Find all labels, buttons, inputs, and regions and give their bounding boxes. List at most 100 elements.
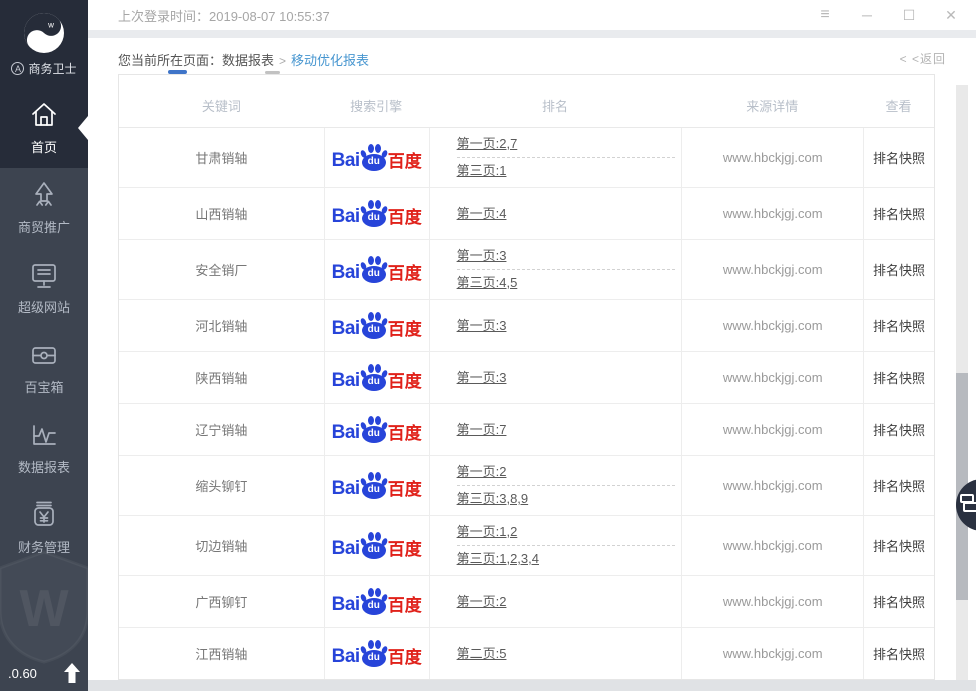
toolbox-icon bbox=[29, 340, 59, 370]
home-icon bbox=[29, 100, 59, 130]
baidu-paw-icon: du bbox=[361, 472, 387, 499]
breadcrumb-section[interactable]: 数据报表 bbox=[222, 53, 274, 68]
update-up-arrow-icon[interactable] bbox=[64, 663, 80, 683]
keyword-cell: 山西销轴 bbox=[119, 188, 324, 239]
rank-link[interactable]: 第一页:3 bbox=[457, 246, 507, 266]
rank-link[interactable]: 第一页:2 bbox=[457, 462, 507, 482]
engine-cell: Bai du 百度 bbox=[324, 128, 429, 187]
engine-cell: Bai du 百度 bbox=[324, 628, 429, 679]
rank-snapshot-link[interactable]: 排名快照 bbox=[863, 352, 934, 403]
svg-text:W: W bbox=[19, 580, 69, 638]
sidebar-item-home[interactable]: 首页 bbox=[0, 88, 88, 168]
source-url: www.hbckjgj.com bbox=[681, 576, 863, 627]
table-row: 安全销厂 Bai du 百度 第一页:3第三页:4,5 www.hbckjgj.… bbox=[119, 240, 934, 300]
sidebar-item-toolbox[interactable]: 百宝箱 bbox=[0, 328, 88, 408]
column-header-engine: 搜索引擎 bbox=[324, 75, 429, 127]
table-row: 切边销轴 Bai du 百度 第一页:1,2第三页:1,2,3,4 www.hb… bbox=[119, 516, 934, 576]
column-header-source: 来源详情 bbox=[681, 75, 863, 127]
rank-link[interactable]: 第一页:3 bbox=[457, 316, 507, 336]
sidebar-item-label: 百宝箱 bbox=[24, 377, 63, 396]
keyword-cell: 陕西销轴 bbox=[119, 352, 324, 403]
version-label: .0.60 bbox=[8, 666, 37, 681]
keyword-cell: 江西销轴 bbox=[119, 628, 324, 679]
rank-snapshot-link[interactable]: 排名快照 bbox=[863, 516, 934, 575]
baidu-paw-icon: du bbox=[361, 312, 387, 339]
sidebar-item-label: 财务管理 bbox=[18, 537, 70, 556]
baidu-logo-text: Bai bbox=[332, 539, 360, 559]
promotion-arrow-icon bbox=[29, 180, 59, 210]
rank-link[interactable]: 第一页:2 bbox=[457, 592, 507, 612]
baidu-logo-cn: 百度 bbox=[388, 596, 422, 615]
breadcrumb-current[interactable]: 移动优化报表 bbox=[291, 53, 369, 68]
table-row: 陕西销轴 Bai du 百度 第一页:3 www.hbckjgj.com 排名快… bbox=[119, 352, 934, 404]
app-window: w A 商务卫士 首页 商贸推广 超级网站 bbox=[0, 0, 976, 691]
baidu-logo: Bai du 百度 bbox=[332, 364, 422, 391]
keyword-cell: 广西铆钉 bbox=[119, 576, 324, 627]
baidu-logo-cn: 百度 bbox=[388, 648, 422, 667]
sidebar-item-finance[interactable]: 财务管理 bbox=[0, 488, 88, 568]
engine-cell: Bai du 百度 bbox=[324, 240, 429, 299]
baidu-logo-text: Bai bbox=[332, 263, 360, 283]
back-button[interactable]: < <返回 bbox=[900, 50, 946, 67]
bottom-strip bbox=[88, 680, 976, 691]
close-icon[interactable]: ✕ bbox=[930, 0, 972, 30]
baidu-paw-icon: du bbox=[361, 364, 387, 391]
engine-cell: Bai du 百度 bbox=[324, 404, 429, 455]
rank-cell: 第一页:2 bbox=[429, 576, 682, 627]
minimize-icon[interactable]: ─ bbox=[846, 0, 888, 30]
rank-snapshot-link[interactable]: 排名快照 bbox=[863, 240, 934, 299]
stacked-windows-icon bbox=[960, 494, 976, 516]
sidebar-item-trade-promotion[interactable]: 商贸推广 bbox=[0, 168, 88, 248]
baidu-logo-text: Bai bbox=[332, 319, 360, 339]
source-url: www.hbckjgj.com bbox=[681, 188, 863, 239]
vertical-scrollbar[interactable] bbox=[956, 85, 968, 680]
svg-text:w: w bbox=[47, 20, 54, 29]
table-row: 江西销轴 Bai du 百度 第二页:5 www.hbckjgj.com 排名快… bbox=[119, 628, 934, 680]
rank-snapshot-link[interactable]: 排名快照 bbox=[863, 188, 934, 239]
rank-cell: 第一页:3 bbox=[429, 352, 682, 403]
window-controls: ≡ ─ ☐ ✕ bbox=[804, 0, 972, 30]
engine-cell: Bai du 百度 bbox=[324, 576, 429, 627]
rank-snapshot-link[interactable]: 排名快照 bbox=[863, 300, 934, 351]
baidu-logo-cn: 百度 bbox=[388, 208, 422, 227]
line-chart-icon bbox=[29, 420, 59, 450]
rank-link[interactable]: 第三页:3,8,9 bbox=[457, 489, 529, 509]
rank-cell: 第一页:3 第三页:4,5 bbox=[429, 240, 682, 299]
rank-separator bbox=[457, 545, 675, 546]
rank-link[interactable]: 第一页:2,7 bbox=[457, 134, 518, 154]
keyword-cell: 河北销轴 bbox=[119, 300, 324, 351]
app-name: 商务卫士 bbox=[28, 60, 76, 77]
rank-link[interactable]: 第一页:4 bbox=[457, 204, 507, 224]
circled-a-icon: A bbox=[11, 62, 24, 75]
breadcrumb-prefix: 您当前所在页面： bbox=[118, 53, 222, 68]
sidebar-item-label: 商贸推广 bbox=[18, 217, 70, 236]
rank-snapshot-link[interactable]: 排名快照 bbox=[863, 628, 934, 679]
menu-icon[interactable]: ≡ bbox=[804, 0, 846, 30]
source-url: www.hbckjgj.com bbox=[681, 128, 863, 187]
rank-cell: 第二页:5 bbox=[429, 628, 682, 679]
maximize-icon[interactable]: ☐ bbox=[888, 0, 930, 30]
rank-link[interactable]: 第三页:1 bbox=[457, 161, 507, 181]
table-row: 缩头铆钉 Bai du 百度 第一页:2第三页:3,8,9 www.hbckjg… bbox=[119, 456, 934, 516]
sidebar-item-data-report[interactable]: 数据报表 bbox=[0, 408, 88, 488]
app-logo-icon: w bbox=[23, 12, 65, 54]
baidu-logo-text: Bai bbox=[332, 371, 360, 391]
baidu-logo: Bai du 百度 bbox=[332, 472, 422, 499]
top-divider-strip bbox=[88, 30, 976, 38]
rank-snapshot-link[interactable]: 排名快照 bbox=[863, 128, 934, 187]
rank-snapshot-link[interactable]: 排名快照 bbox=[863, 576, 934, 627]
rank-link[interactable]: 第一页:3 bbox=[457, 368, 507, 388]
rank-link[interactable]: 第一页:1,2 bbox=[457, 522, 518, 542]
source-url: www.hbckjgj.com bbox=[681, 628, 863, 679]
rank-snapshot-link[interactable]: 排名快照 bbox=[863, 404, 934, 455]
table-row: 广西铆钉 Bai du 百度 第一页:2 www.hbckjgj.com 排名快… bbox=[119, 576, 934, 628]
rank-link[interactable]: 第三页:4,5 bbox=[457, 273, 518, 293]
rank-link[interactable]: 第三页:1,2,3,4 bbox=[457, 549, 539, 569]
baidu-logo-text: Bai bbox=[332, 423, 360, 443]
rank-snapshot-link[interactable]: 排名快照 bbox=[863, 456, 934, 515]
rank-link[interactable]: 第一页:7 bbox=[457, 420, 507, 440]
baidu-logo-cn: 百度 bbox=[388, 540, 422, 559]
source-url: www.hbckjgj.com bbox=[681, 240, 863, 299]
rank-link[interactable]: 第二页:5 bbox=[457, 644, 507, 664]
sidebar-item-super-website[interactable]: 超级网站 bbox=[0, 248, 88, 328]
